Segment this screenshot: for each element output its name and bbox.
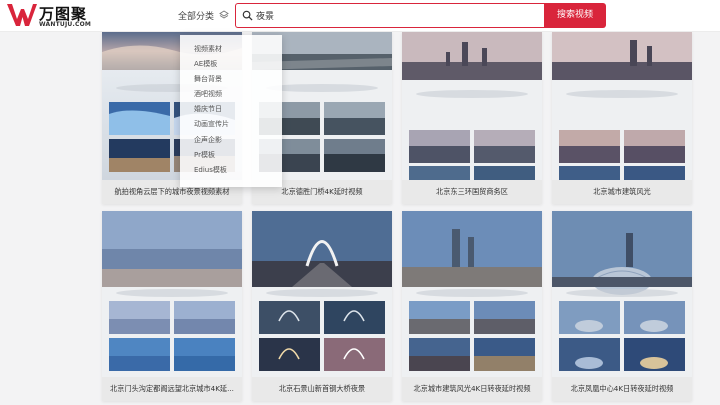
video-card[interactable]: 北京城市建筑风光 <box>552 32 692 204</box>
video-title[interactable]: 北京凤凰中心4K日转夜延时视频 <box>552 377 692 401</box>
dropdown-item-corporate-video[interactable]: 企声企影 <box>180 133 282 148</box>
search-input[interactable] <box>256 7 536 24</box>
dropdown-item-animated-promo[interactable]: 动画宣传片 <box>180 117 282 132</box>
top-header: 万图聚 WANTUJU.COM 全部分类 搜索视频 <box>0 0 720 32</box>
search-box <box>235 3 545 28</box>
video-card[interactable]: 北京东三环国贸商务区 <box>402 32 542 204</box>
category-label: 全部分类 <box>178 12 215 22</box>
logo-url: WANTUJU.COM <box>39 21 92 28</box>
video-card[interactable]: 北京门头沟定都阁远望北京城市4K延... <box>102 211 242 401</box>
video-thumbnail[interactable] <box>102 211 242 377</box>
video-title[interactable]: 北京门头沟定都阁远望北京城市4K延... <box>102 377 242 401</box>
video-thumbnail[interactable] <box>552 32 692 180</box>
video-title[interactable]: 北京东三环国贸商务区 <box>402 180 542 204</box>
video-thumbnail[interactable] <box>552 211 692 377</box>
video-title[interactable]: 北京石景山新首钢大桥夜景 <box>252 377 392 401</box>
dropdown-item-bar-videos[interactable]: 酒吧视频 <box>180 87 282 102</box>
dropdown-item-wedding-festival[interactable]: 婚庆节日 <box>180 102 282 117</box>
dropdown-item-edius-templates[interactable]: Edius模板 <box>180 163 282 178</box>
layers-icon <box>219 10 229 19</box>
logo-w-icon <box>7 4 37 26</box>
dropdown-item-pr-templates[interactable]: Pr模板 <box>180 148 282 163</box>
dropdown-item-stage-backgrounds[interactable]: 舞台背景 <box>180 72 282 87</box>
search-button[interactable]: 搜索视频 <box>544 3 606 28</box>
video-title[interactable]: 北京城市建筑风光4K日转夜延时视频 <box>402 377 542 401</box>
video-card[interactable]: 北京城市建筑风光4K日转夜延时视频 <box>402 211 542 401</box>
dropdown-item-ae-templates[interactable]: AE模板 <box>180 57 282 72</box>
video-thumbnail[interactable] <box>252 211 392 377</box>
logo[interactable]: 万图聚 WANTUJU.COM <box>7 3 91 29</box>
video-title[interactable]: 北京城市建筑风光 <box>552 180 692 204</box>
category-selector[interactable]: 全部分类 <box>178 9 229 22</box>
video-card[interactable]: 北京凤凰中心4K日转夜延时视频 <box>552 211 692 401</box>
search-icon <box>242 10 253 21</box>
category-dropdown: 视频素材 AE模板 舞台背景 酒吧视频 婚庆节日 动画宣传片 企声企影 Pr模板… <box>180 35 282 187</box>
dropdown-item-video-assets[interactable]: 视频素材 <box>180 42 282 57</box>
video-thumbnail[interactable] <box>402 32 542 180</box>
video-card[interactable]: 北京石景山新首钢大桥夜景 <box>252 211 392 401</box>
video-thumbnail[interactable] <box>402 211 542 377</box>
